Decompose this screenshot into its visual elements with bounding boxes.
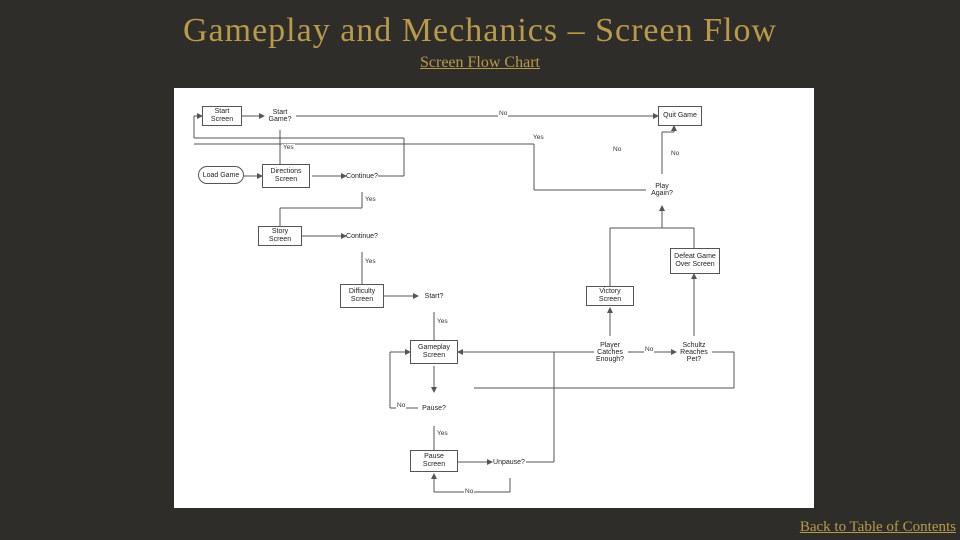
node-unpause: Unpause? [492, 448, 526, 476]
node-quit-game: Quit Game [658, 106, 702, 126]
node-start-screen: Start Screen [202, 106, 242, 126]
label: Schultz Reaches Pet? [676, 342, 712, 363]
node-load-game: Load Game [198, 166, 244, 184]
node-story: Story Screen [258, 226, 302, 246]
node-continue1: Continue? [346, 162, 378, 190]
label: Start Game? [264, 109, 296, 123]
node-difficulty: Difficulty Screen [340, 284, 384, 308]
node-start: Start? [418, 282, 450, 310]
label: Unpause? [493, 459, 525, 466]
lbl-yes1: Yes [282, 144, 295, 151]
node-pause-screen: Pause Screen [410, 450, 458, 472]
node-start-game: Start Game? [264, 102, 296, 130]
node-continue2: Continue? [346, 222, 378, 250]
node-victory: Victory Screen [586, 286, 634, 306]
node-pause: Pause? [418, 394, 450, 422]
node-schultz: Schultz Reaches Pet? [676, 336, 712, 368]
lbl-yes5: Yes [436, 430, 449, 437]
lbl-no6: No [612, 146, 622, 153]
page-title: Gameplay and Mechanics – Screen Flow [0, 0, 960, 50]
node-directions: Directions Screen [262, 164, 310, 188]
label: Start? [425, 293, 444, 300]
flowchart-canvas: Start Screen Start Game? Quit Game Load … [174, 88, 814, 508]
label: Pause? [422, 405, 446, 412]
node-defeat: Defeat Game Over Screen [670, 248, 720, 274]
label: Continue? [346, 233, 378, 240]
node-gameplay: Gameplay Screen [410, 340, 458, 364]
node-player-catches: Player Catches Enough? [592, 336, 628, 368]
label: Player Catches Enough? [592, 342, 628, 363]
lbl-no3: No [464, 488, 474, 495]
lbl-no4: No [644, 346, 654, 353]
lbl-yes4: Yes [436, 318, 449, 325]
lbl-no5: No [670, 150, 680, 157]
lbl-yes2: Yes [364, 196, 377, 203]
label: Continue? [346, 173, 378, 180]
label: Play Again? [646, 183, 678, 197]
lbl-yes3: Yes [364, 258, 377, 265]
page-subtitle: Screen Flow Chart [0, 54, 960, 72]
node-play-again: Play Again? [646, 176, 678, 204]
lbl-no1: No [498, 110, 508, 117]
back-to-toc-link[interactable]: Back to Table of Contents [800, 519, 956, 536]
lbl-yes6: Yes [532, 134, 545, 141]
lbl-no2: No [396, 402, 406, 409]
